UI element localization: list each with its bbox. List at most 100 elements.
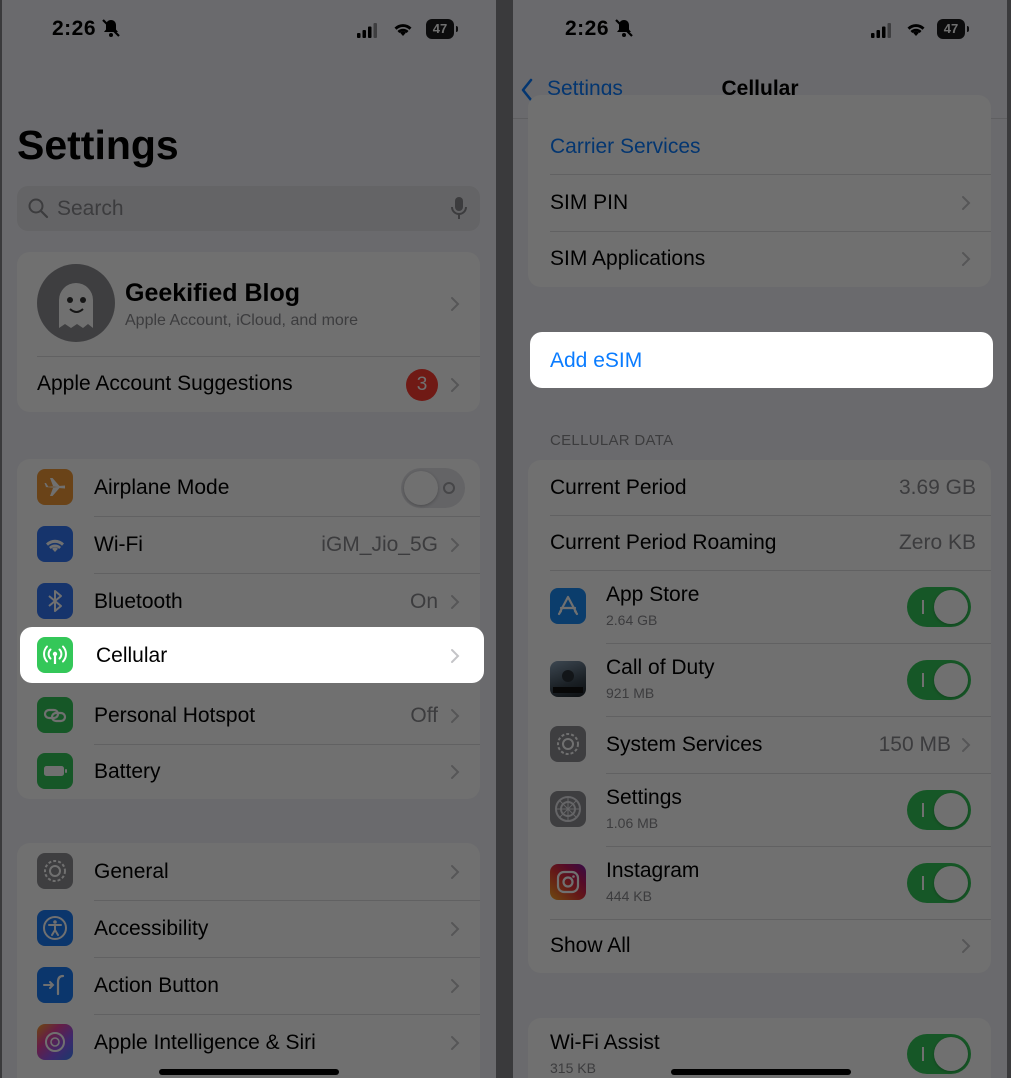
sim-pin-row[interactable]: SIM PIN <box>528 174 991 231</box>
sim-applications-label: SIM Applications <box>550 247 706 270</box>
cellular-row[interactable]: Cellular <box>20 627 484 683</box>
accessibility-row[interactable]: Accessibility <box>17 900 480 957</box>
airplane-mode-toggle[interactable] <box>401 468 465 508</box>
hotspot-link-icon <box>37 697 73 733</box>
microphone-icon[interactable] <box>450 196 468 222</box>
wifi-status-icon <box>907 24 925 36</box>
current-period-roaming-row: Current Period Roaming Zero KB <box>528 515 991 570</box>
call-of-duty-icon <box>550 661 586 697</box>
chevron-right-icon <box>962 196 971 210</box>
general-label: General <box>94 860 169 883</box>
chevron-right-icon <box>962 939 971 953</box>
battery-icon <box>37 753 73 789</box>
general-row[interactable]: General <box>17 843 480 900</box>
chevron-right-icon <box>451 1036 460 1050</box>
instagram-toggle[interactable] <box>907 863 971 903</box>
action-button-label: Action Button <box>94 974 219 997</box>
show-all-row[interactable]: Show All <box>528 919 991 973</box>
wifi-assist-label: Wi-Fi Assist <box>550 1031 660 1054</box>
bluetooth-row[interactable]: Bluetooth On <box>17 573 480 630</box>
airplane-icon <box>37 469 73 505</box>
add-esim-row[interactable]: Add eSIM <box>530 332 993 388</box>
current-period-label: Current Period <box>550 476 687 499</box>
current-period-row: Current Period 3.69 GB <box>528 460 991 515</box>
bluetooth-value: On <box>409 590 438 613</box>
gear-icon <box>550 726 586 762</box>
personal-hotspot-value: Off <box>410 704 438 727</box>
sim-group: Carrier Services SIM PIN SIM Application… <box>528 95 991 287</box>
chevron-right-icon <box>451 865 460 879</box>
ghost-icon <box>59 283 93 328</box>
sim-applications-row[interactable]: SIM Applications <box>528 231 991 287</box>
account-name: Geekified Blog <box>125 279 301 307</box>
app-store-toggle[interactable] <box>907 587 971 627</box>
chevron-right-icon <box>962 252 971 266</box>
chevron-right-icon <box>962 738 971 752</box>
settings-app-toggle[interactable] <box>907 790 971 830</box>
battery-row[interactable]: Battery <box>17 744 480 799</box>
apple-intelligence-label: Apple Intelligence & Siri <box>94 1031 316 1054</box>
wifi-network-value: iGM_Jio_5G <box>321 533 438 556</box>
system-services-value: 150 MB <box>878 733 951 756</box>
sim-pin-label: SIM PIN <box>550 191 629 214</box>
cellular-data-header: CELLULAR DATA <box>550 432 674 449</box>
wifi-assist-usage: 315 KB <box>550 1060 596 1076</box>
search-field[interactable]: Search <box>17 186 480 231</box>
system-services-row[interactable]: System Services 150 MB <box>528 716 991 773</box>
chevron-right-icon <box>451 378 460 392</box>
wifi-row[interactable]: Wi-Fi iGM_Jio_5G <box>17 516 480 573</box>
settings-gear-icon <box>550 791 586 827</box>
account-suggestions-label: Apple Account Suggestions <box>37 372 293 395</box>
current-period-value: 3.69 GB <box>898 476 976 499</box>
battery-status-icon: 47 <box>426 19 458 39</box>
chevron-right-icon <box>451 979 460 993</box>
app-store-label: App Store <box>606 583 700 606</box>
show-all-label: Show All <box>550 934 631 957</box>
silent-bell-icon <box>102 19 120 37</box>
search-icon <box>28 198 49 219</box>
wifi-assist-toggle[interactable] <box>907 1034 971 1074</box>
silent-bell-icon <box>615 19 633 37</box>
action-button-row[interactable]: Action Button <box>17 957 480 1014</box>
status-time: 2:26 <box>565 17 610 40</box>
account-group: Geekified Blog Apple Account, iCloud, an… <box>17 252 480 412</box>
cellular-antenna-icon <box>37 637 73 673</box>
home-indicator[interactable] <box>671 1069 851 1075</box>
apple-intelligence-icon <box>37 1024 73 1060</box>
bluetooth-icon <box>37 583 73 619</box>
airplane-mode-label: Airplane Mode <box>94 476 230 499</box>
call-of-duty-row: Call of Duty 921 MB <box>528 643 991 716</box>
cellular-label: Cellular <box>96 644 168 667</box>
account-row[interactable]: Geekified Blog Apple Account, iCloud, an… <box>17 252 480 356</box>
search-placeholder: Search <box>57 197 124 220</box>
app-store-usage: 2.64 GB <box>606 612 658 628</box>
cellular-data-group: Current Period 3.69 GB Current Period Ro… <box>528 460 991 973</box>
chevron-right-icon <box>451 538 460 552</box>
chevron-right-icon <box>451 709 460 723</box>
home-indicator[interactable] <box>159 1069 339 1075</box>
instagram-usage: 444 KB <box>606 888 652 904</box>
account-suggestions-row[interactable]: Apple Account Suggestions 3 <box>17 357 480 412</box>
app-store-icon <box>550 588 586 624</box>
action-button-icon <box>37 967 73 1003</box>
chevron-right-icon <box>451 922 460 936</box>
carrier-services-row[interactable]: Carrier Services <box>528 118 991 175</box>
personal-hotspot-row[interactable]: Personal Hotspot Off <box>17 687 480 744</box>
instagram-row: Instagram 444 KB <box>528 846 991 919</box>
notification-badge: 3 <box>406 369 438 401</box>
wifi-status-icon <box>394 24 412 36</box>
settings-app-row: Settings 1.06 MB <box>528 773 991 846</box>
cellular-signal-icon <box>357 23 377 38</box>
system-services-label: System Services <box>606 733 763 756</box>
chevron-right-icon <box>451 297 460 311</box>
current-period-roaming-value: Zero KB <box>898 531 976 554</box>
app-store-row: App Store 2.64 GB <box>528 570 991 643</box>
add-esim-button[interactable]: Add eSIM <box>550 349 642 373</box>
wifi-icon <box>37 526 73 562</box>
settings-app-label: Settings <box>606 786 682 809</box>
apple-intelligence-row[interactable]: Apple Intelligence & Siri <box>17 1014 480 1071</box>
airplane-mode-row: Airplane Mode <box>17 459 480 516</box>
call-of-duty-toggle[interactable] <box>907 660 971 700</box>
general-group: General Accessibility Action Button Appl… <box>17 843 480 1078</box>
status-bar: 2:26 47 <box>2 0 496 60</box>
